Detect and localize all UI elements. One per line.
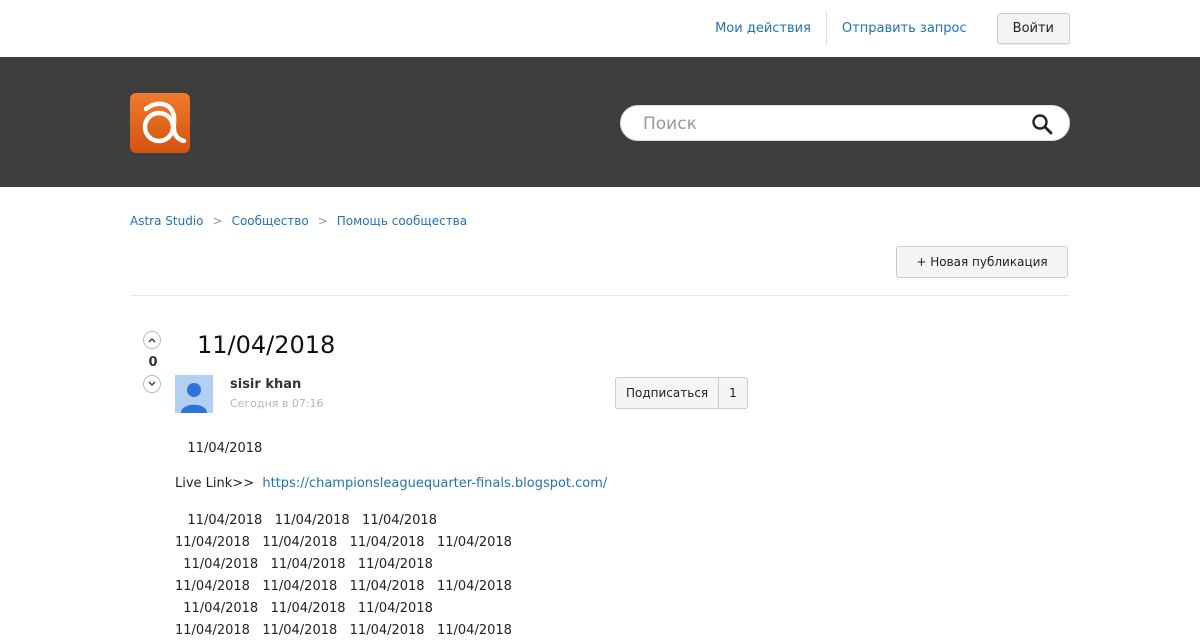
post-title: 11/04/2018 xyxy=(197,331,336,359)
header-banner xyxy=(0,57,1200,187)
new-post-button[interactable]: + Новая публикация xyxy=(896,246,1068,278)
live-link-label: Live Link>> xyxy=(175,476,263,491)
live-link-url[interactable]: https://championsleaguequarter-finals.bl… xyxy=(262,476,607,491)
subscriber-count: 1 xyxy=(718,378,747,408)
vote-widget: 0 xyxy=(143,331,163,393)
nav-divider xyxy=(825,12,827,45)
breadcrumb-item-community[interactable]: Сообщество xyxy=(232,214,309,228)
vote-count: 0 xyxy=(148,355,158,370)
search-input[interactable] xyxy=(641,106,1025,142)
upvote-button[interactable] xyxy=(143,331,161,349)
breadcrumb-item-astra-studio[interactable]: Astra Studio xyxy=(130,214,204,228)
date-grid-line: 11/04/2018 11/04/2018 11/04/2018 11/04/2… xyxy=(175,579,512,594)
date-grid-line: 11/04/2018 11/04/2018 11/04/2018 xyxy=(175,601,433,616)
chevron-up-icon xyxy=(148,338,156,343)
breadcrumb-item-community-help[interactable]: Помощь сообщества xyxy=(337,214,467,228)
date-grid: 11/04/2018 11/04/2018 11/04/2018 11/04/2… xyxy=(175,510,512,642)
logo-link[interactable] xyxy=(130,93,190,153)
user-avatar-icon xyxy=(181,383,207,413)
subscribe-control: Подписаться 1 xyxy=(615,377,748,409)
top-nav: Мои действия Отправить запрос Войти xyxy=(715,12,1070,45)
search-icon[interactable] xyxy=(1031,113,1053,135)
date-grid-line: 11/04/2018 11/04/2018 11/04/2018 xyxy=(175,557,433,572)
date-grid-line: 11/04/2018 11/04/2018 11/04/2018 11/04/2… xyxy=(175,623,512,638)
section-divider xyxy=(130,295,1070,296)
subscribe-button[interactable]: Подписаться xyxy=(616,378,718,408)
downvote-button[interactable] xyxy=(143,375,161,393)
chevron-down-icon xyxy=(148,381,156,386)
top-bar: Мои действия Отправить запрос Войти xyxy=(0,0,1200,57)
post-timestamp: Сегодня в 07:16 xyxy=(230,397,324,410)
search-box xyxy=(620,105,1070,142)
author-name[interactable]: sisir khan xyxy=(230,377,301,392)
breadcrumb-separator: > xyxy=(317,214,328,228)
avatar[interactable] xyxy=(175,375,213,413)
submit-request-link[interactable]: Отправить запрос xyxy=(842,12,967,45)
live-link-line: Live Link>> https://championsleaguequart… xyxy=(175,475,607,493)
date-grid-line: 11/04/2018 11/04/2018 11/04/2018 xyxy=(175,513,437,528)
my-activities-link[interactable]: Мои действия xyxy=(715,12,811,45)
astra-logo-icon xyxy=(130,93,190,153)
body-date-line: 11/04/2018 xyxy=(175,441,263,456)
login-button[interactable]: Войти xyxy=(996,13,1070,44)
breadcrumb: Astra Studio > Сообщество > Помощь сообщ… xyxy=(130,214,467,228)
breadcrumb-separator: > xyxy=(212,214,223,228)
date-grid-line: 11/04/2018 11/04/2018 11/04/2018 11/04/2… xyxy=(175,535,512,550)
